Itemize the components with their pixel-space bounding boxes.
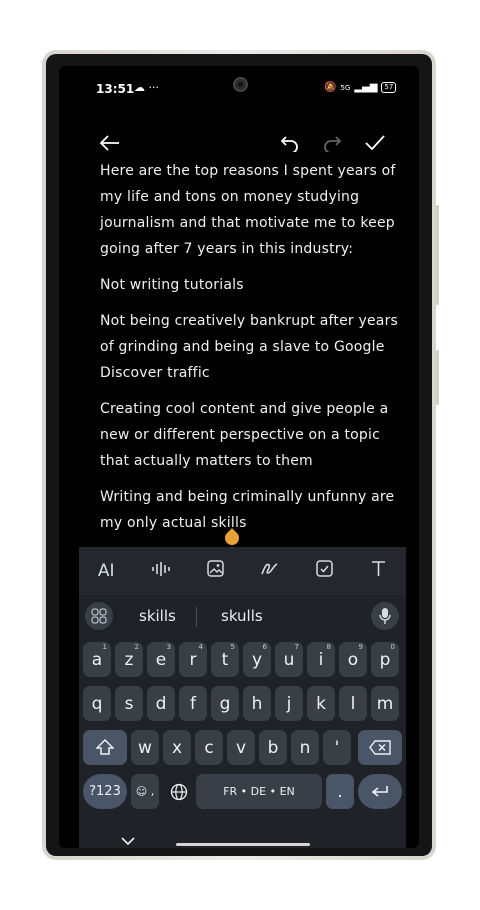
key-l[interactable]: l <box>339 686 367 721</box>
paragraph-3: Not being creatively bankrupt after year… <box>100 313 399 381</box>
key-u[interactable]: u7 <box>275 642 303 677</box>
power-button <box>436 350 439 405</box>
note-editor[interactable]: Here are the top reasons I spent years o… <box>100 158 400 546</box>
voice-input-button[interactable] <box>371 602 399 630</box>
key-b[interactable]: b <box>259 730 287 765</box>
globe-icon <box>170 783 188 800</box>
shift-key[interactable] <box>83 730 127 765</box>
signal-icon: ▂▄▆ <box>354 82 378 93</box>
enter-key[interactable] <box>358 774 402 809</box>
suggestion-1[interactable]: skills <box>139 607 176 625</box>
key-s[interactable]: s <box>115 686 143 721</box>
arrow-left-icon <box>99 135 119 151</box>
front-camera <box>233 77 248 92</box>
key-x[interactable]: x <box>163 730 191 765</box>
key-y[interactable]: y6 <box>243 642 271 677</box>
period-key[interactable]: . <box>326 774 354 809</box>
spacebar[interactable]: FR • DE • EN <box>196 774 322 809</box>
home-indicator[interactable] <box>176 843 310 846</box>
key-i[interactable]: i8 <box>307 642 335 677</box>
key-g[interactable]: g <box>211 686 239 721</box>
voice-icon[interactable] <box>144 561 178 582</box>
redo-icon <box>324 136 342 152</box>
paragraph-2: Not writing tutorials <box>100 277 244 293</box>
key-f[interactable]: f <box>179 686 207 721</box>
symbols-key[interactable]: ?123 <box>83 774 127 809</box>
paragraph-1: Here are the top reasons I spent years o… <box>100 163 396 257</box>
redo-button[interactable] <box>315 126 349 160</box>
key-r[interactable]: r4 <box>179 642 207 677</box>
paragraph-5: Writing and being criminally unfunny are… <box>100 489 395 531</box>
suggestion-divider <box>196 607 197 627</box>
battery-icon: 57 <box>381 82 397 93</box>
key-'[interactable]: ' <box>323 730 351 765</box>
handwriting-icon[interactable] <box>253 560 287 582</box>
key-v[interactable]: v <box>227 730 255 765</box>
status-icons: 🔕 5G ▂▄▆ 57 <box>324 82 397 93</box>
text-format-icon[interactable] <box>362 560 396 582</box>
suggestion-bar: skills skulls <box>79 597 406 635</box>
key-m[interactable]: m <box>371 686 399 721</box>
chevron-down-icon <box>121 837 135 846</box>
key-w[interactable]: w <box>131 730 159 765</box>
checkmark-icon <box>365 135 385 151</box>
key-o[interactable]: o9 <box>339 642 367 677</box>
image-icon[interactable] <box>198 560 232 582</box>
key-a[interactable]: a1 <box>83 642 111 677</box>
phone-frame: 13:51 ☁ ··· 🔕 5G ▂▄▆ 57 Here are the top… <box>42 50 439 860</box>
volume-button <box>436 205 439 305</box>
key-q[interactable]: q <box>83 686 111 721</box>
key-k[interactable]: k <box>307 686 335 721</box>
grid-icon <box>91 608 107 624</box>
mute-icon: 🔕 <box>324 82 337 93</box>
key-c[interactable]: c <box>195 730 223 765</box>
language-key[interactable] <box>163 774 195 809</box>
status-left-icons: ☁ ··· <box>134 81 159 94</box>
hide-keyboard-button[interactable] <box>121 831 135 848</box>
screen: 13:51 ☁ ··· 🔕 5G ▂▄▆ 57 Here are the top… <box>59 66 419 848</box>
microphone-icon <box>379 608 391 624</box>
paragraph-4: Creating cool content and give people a … <box>100 401 389 469</box>
keyboard-toolbar: AI <box>79 547 406 595</box>
shift-icon <box>96 739 114 755</box>
key-j[interactable]: j <box>275 686 303 721</box>
done-button[interactable] <box>358 126 392 160</box>
key-p[interactable]: p0 <box>371 642 399 677</box>
apps-grid-button[interactable] <box>85 602 113 630</box>
keyboard: AI skills skulls ?123 ☺ , FR • DE • EN .… <box>79 547 406 848</box>
key-t[interactable]: t5 <box>211 642 239 677</box>
network-label: 5G <box>340 83 351 92</box>
enter-icon <box>371 785 388 797</box>
key-n[interactable]: n <box>291 730 319 765</box>
key-z[interactable]: z2 <box>115 642 143 677</box>
suggestion-2[interactable]: skulls <box>221 607 263 625</box>
phone-bezel: 13:51 ☁ ··· 🔕 5G ▂▄▆ 57 Here are the top… <box>46 54 432 856</box>
backspace-icon <box>369 740 391 755</box>
emoji-comma-key[interactable]: ☺ , <box>131 774 159 809</box>
key-h[interactable]: h <box>243 686 271 721</box>
key-d[interactable]: d <box>147 686 175 721</box>
back-button[interactable] <box>93 126 127 160</box>
status-time: 13:51 <box>96 82 135 96</box>
undo-icon <box>280 136 298 152</box>
key-e[interactable]: e3 <box>147 642 175 677</box>
ai-button[interactable]: AI <box>89 561 123 581</box>
status-bar: 13:51 ☁ ··· 🔕 5G ▂▄▆ 57 <box>59 66 419 112</box>
backspace-key[interactable] <box>358 730 402 765</box>
undo-button[interactable] <box>273 126 307 160</box>
checklist-icon[interactable] <box>307 560 341 582</box>
editor-toolbar <box>59 126 419 162</box>
